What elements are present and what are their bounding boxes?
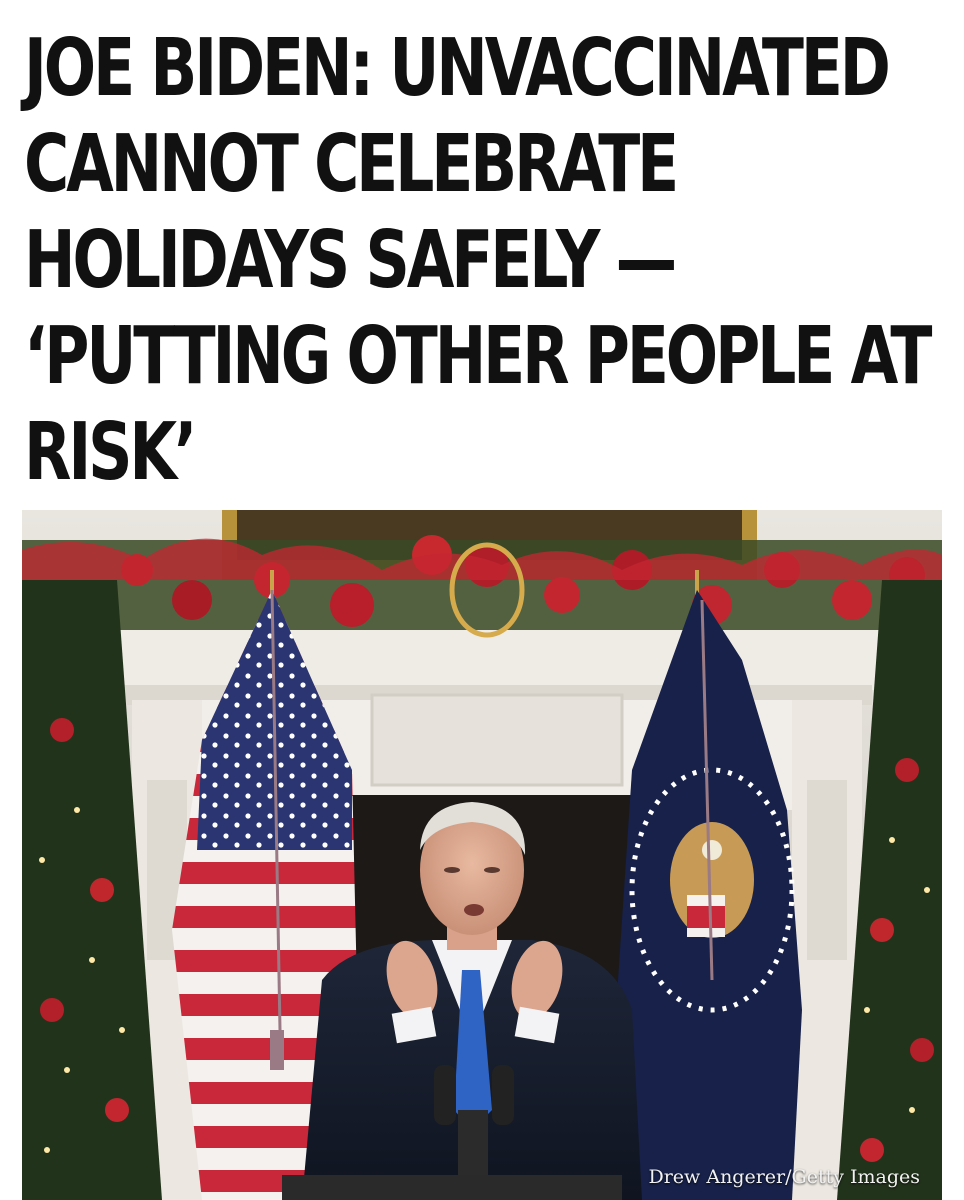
headline-line: RISK’	[24, 406, 197, 498]
headline-line: HOLIDAYS SAFELY —	[24, 214, 677, 306]
headline: JOE BIDEN: UNVACCINATED CANNOT CELEBRATE…	[24, 20, 932, 500]
headline-line: ‘PUTTING OTHER PEOPLE AT	[24, 310, 932, 402]
article-photo: Drew Angerer/Getty Images	[22, 510, 942, 1200]
photo-credit: Drew Angerer/Getty Images	[648, 1166, 920, 1188]
headline-line: CANNOT CELEBRATE	[24, 118, 679, 210]
headline-line: JOE BIDEN: UNVACCINATED	[24, 22, 891, 114]
photo-illustration	[22, 510, 942, 1200]
article-card: JOE BIDEN: UNVACCINATED CANNOT CELEBRATE…	[0, 0, 964, 1200]
garland	[22, 535, 942, 638]
